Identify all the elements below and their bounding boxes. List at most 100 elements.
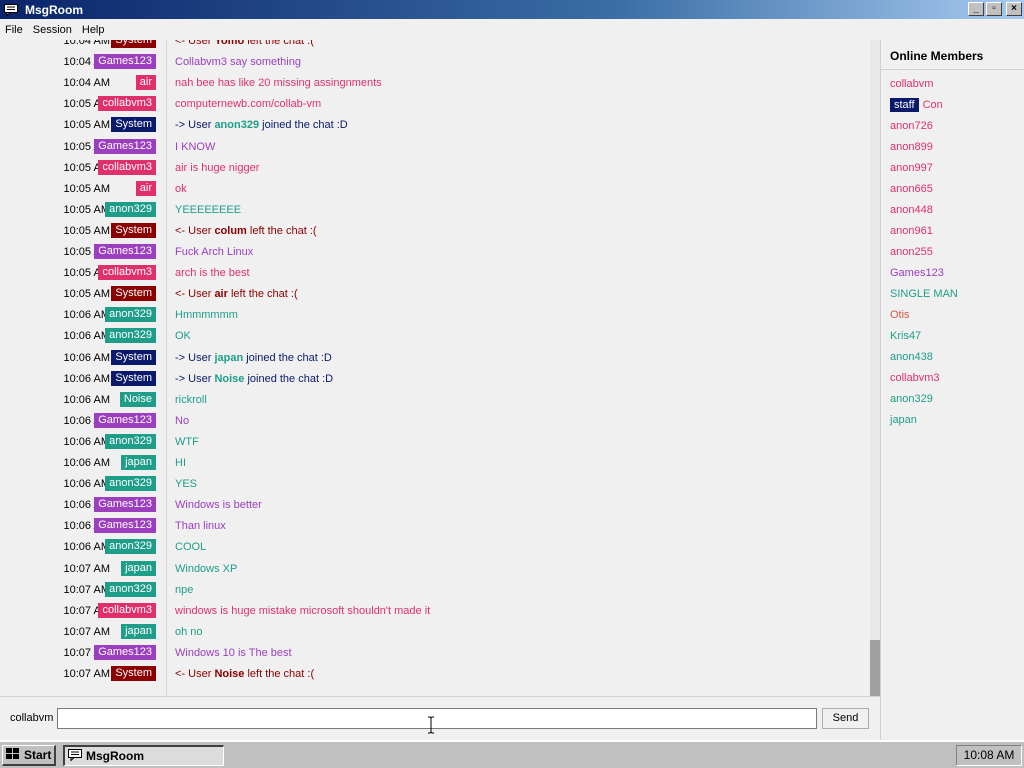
message-time: 10:05 AM — [63, 288, 110, 301]
message-text: -> User Noise joined the chat :D — [175, 373, 333, 385]
message-text-post: joined the chat :D — [244, 372, 334, 385]
member-item[interactable]: anon899 — [890, 141, 933, 153]
message-text-pre: -> User — [175, 119, 215, 132]
message-user-badge[interactable]: Games123 — [94, 138, 156, 154]
message-text-pre: npe — [175, 583, 194, 596]
message-username-bold: Yomo — [214, 40, 245, 47]
member-item[interactable]: anon726 — [890, 120, 933, 132]
message-text-pre: WTF — [175, 435, 199, 448]
chat-scrollbar[interactable] — [870, 40, 880, 696]
message-user-badge[interactable]: collabvm3 — [98, 96, 156, 112]
member-name: japan — [890, 414, 917, 426]
scrollbar-thumb[interactable] — [870, 640, 880, 696]
message-user-badge[interactable]: Games123 — [94, 54, 156, 70]
message-user-badge[interactable]: System — [111, 666, 156, 681]
message-time: 10:05 AM — [63, 119, 110, 132]
chat-divider — [166, 40, 167, 696]
message-text: Windows XP — [175, 563, 237, 575]
message-user-badge[interactable]: Games123 — [94, 412, 156, 428]
member-item[interactable]: staff Con — [890, 98, 943, 112]
message-text-post: left the chat :( — [244, 668, 315, 680]
member-item[interactable]: japan — [890, 414, 917, 426]
chat-message: 10:07 AM japan oh no — [0, 622, 870, 643]
message-time: 10:04 AM — [63, 77, 110, 90]
message-user-badge[interactable]: anon329 — [105, 328, 156, 344]
start-button[interactable]: Start — [2, 745, 56, 766]
chat-message: 10:05 AM anon329 YEEEEEEEE — [0, 200, 870, 221]
message-text-pre: ok — [175, 182, 187, 195]
chat-message: 10:06 AM System -> User japan joined the c… — [0, 348, 870, 369]
message-user-badge[interactable]: collabvm3 — [98, 265, 156, 281]
member-item[interactable]: SINGLE MAN — [890, 288, 958, 300]
message-user-badge[interactable]: air — [135, 180, 156, 196]
member-item[interactable]: collabvm3 — [890, 372, 940, 384]
message-text-post: joined the chat :D — [259, 119, 348, 132]
message-user-badge[interactable]: japan — [121, 455, 156, 470]
message-username-bold: air — [214, 288, 228, 301]
message-input[interactable] — [57, 708, 817, 729]
member-item[interactable]: collabvm — [890, 78, 933, 90]
message-user-badge[interactable]: anon329 — [105, 581, 156, 597]
message-user-badge[interactable]: collabvm3 — [98, 159, 156, 175]
members-title: Online Members — [881, 40, 1024, 70]
member-name: anon997 — [890, 162, 933, 174]
message-user-badge[interactable]: System — [111, 370, 156, 386]
message-text: WTF — [175, 436, 199, 448]
message-user-badge[interactable]: Games123 — [94, 497, 156, 513]
member-item[interactable]: anon448 — [890, 204, 933, 216]
maximize-button[interactable]: ▫ — [986, 2, 1002, 16]
message-user-badge[interactable]: Games123 — [94, 518, 156, 534]
message-user-badge[interactable]: System — [111, 117, 156, 133]
member-item[interactable]: Games123 — [890, 267, 944, 279]
message-text-pre: Collabvm3 say something — [175, 56, 301, 69]
message-user-badge[interactable]: Noise — [119, 391, 156, 407]
message-user-badge[interactable]: japan — [121, 623, 156, 639]
message-user-badge[interactable]: System — [111, 349, 156, 365]
message-user-badge[interactable]: anon329 — [105, 476, 156, 492]
menu-help[interactable]: Help — [77, 24, 110, 36]
member-item[interactable]: Otis — [890, 309, 910, 321]
message-text-pre: -> User — [175, 351, 215, 364]
message-time: 10:05 AM — [63, 224, 110, 237]
message-user-badge[interactable]: System — [111, 40, 156, 48]
member-name: anon255 — [890, 246, 933, 258]
message-time: 10:06 AM — [63, 435, 110, 448]
member-item[interactable]: anon997 — [890, 162, 933, 174]
message-text: No — [175, 415, 189, 427]
message-text: -> User japan joined the chat :D — [175, 352, 332, 364]
message-user-badge[interactable]: Games123 — [94, 644, 156, 660]
message-text-pre: OK — [175, 330, 191, 343]
member-name: Kris47 — [890, 330, 922, 342]
chat-message: 10:06 AM Games123 Than linux — [0, 516, 870, 537]
member-item[interactable]: Kris47 — [890, 330, 921, 342]
menu-session[interactable]: Session — [28, 24, 77, 36]
member-item[interactable]: anon665 — [890, 183, 933, 195]
close-button[interactable]: × — [1006, 2, 1022, 16]
message-user-badge[interactable]: japan — [121, 560, 156, 576]
menu-file[interactable]: File — [0, 24, 28, 36]
message-user-badge[interactable]: anon329 — [105, 539, 156, 555]
message-user-badge[interactable]: Games123 — [94, 244, 156, 259]
message-user-badge[interactable]: anon329 — [105, 201, 156, 217]
chat-message: 10:05 AM Games123 Fuck Arch Linux — [0, 242, 870, 263]
member-item[interactable]: anon329 — [890, 393, 933, 405]
message-time: 10:06 AM — [63, 309, 110, 322]
message-user-badge[interactable]: collabvm3 — [98, 602, 156, 618]
member-item[interactable]: anon438 — [890, 351, 933, 363]
message-user-badge[interactable]: air — [135, 75, 156, 91]
taskbar-item-msgroom[interactable]: MsgRoom — [63, 745, 224, 766]
send-button[interactable]: Send — [822, 708, 869, 729]
member-name: anon448 — [890, 204, 933, 216]
minimize-button[interactable]: _ — [968, 2, 984, 16]
message-user-badge[interactable]: anon329 — [105, 307, 156, 323]
message-user-badge[interactable]: anon329 — [105, 433, 156, 449]
message-user-badge[interactable]: System — [111, 286, 156, 302]
member-name: collabvm — [890, 78, 934, 90]
member-item[interactable]: anon255 — [890, 246, 933, 258]
chat-message: 10:04 AM Games123 Collabvm3 say something — [0, 52, 870, 73]
member-name: anon329 — [890, 393, 933, 405]
member-name: anon438 — [890, 351, 933, 363]
message-user-badge[interactable]: System — [111, 222, 156, 238]
chat-message: 10:06 AM anon329 WTF — [0, 432, 870, 453]
member-item[interactable]: anon961 — [890, 225, 933, 237]
